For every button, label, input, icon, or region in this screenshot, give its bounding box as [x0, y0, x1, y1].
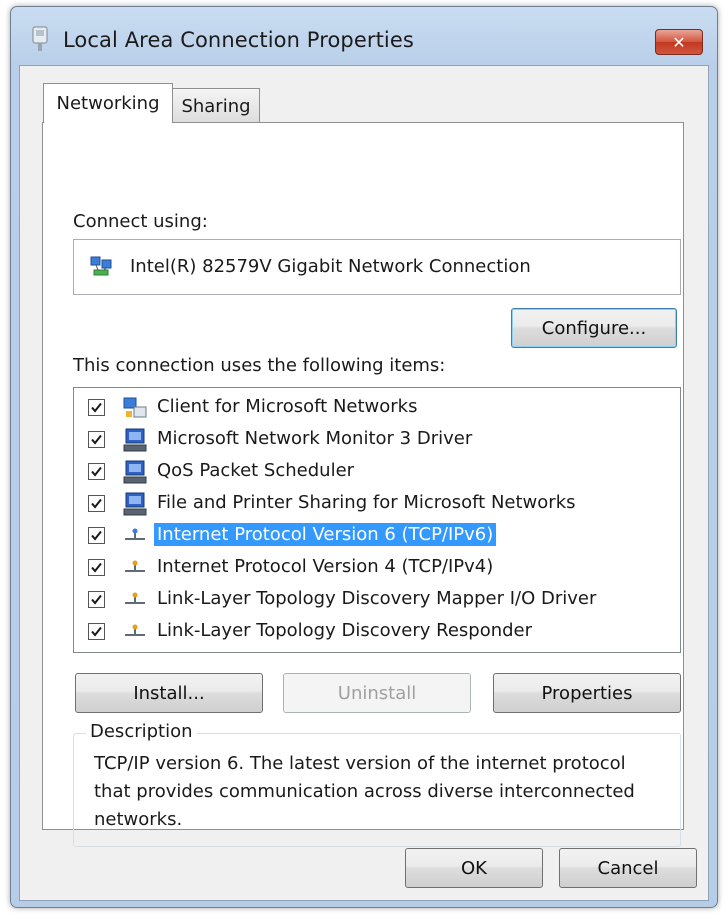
item-label-selected: Internet Protocol Version 6 (TCP/IPv6) — [154, 523, 497, 546]
close-button[interactable]: ✕ — [655, 29, 703, 55]
items-section-label: This connection uses the following items… — [73, 355, 446, 376]
properties-dialog: Local Area Connection Properties ✕ Netwo… — [10, 6, 718, 908]
item-label: Link-Layer Topology Discovery Mapper I/O… — [157, 588, 597, 609]
network-service-icon — [123, 492, 147, 516]
title-bar[interactable]: Local Area Connection Properties ✕ — [11, 7, 717, 67]
list-item[interactable]: QoS Packet Scheduler — [74, 456, 680, 488]
network-adapter-icon — [32, 26, 48, 51]
check-icon — [91, 498, 102, 509]
window-title: Local Area Connection Properties — [63, 28, 414, 52]
protocol-icon — [125, 592, 145, 604]
list-item[interactable]: File and Printer Sharing for Microsoft N… — [74, 488, 680, 520]
items-list[interactable]: Client for Microsoft Networks Microsoft … — [73, 387, 681, 653]
network-client-icon — [123, 397, 147, 418]
item-checkbox[interactable] — [88, 495, 105, 512]
check-icon — [91, 594, 102, 605]
properties-button[interactable]: Properties — [493, 673, 681, 713]
item-label: Internet Protocol Version 4 (TCP/IPv4) — [157, 556, 494, 577]
check-icon — [91, 562, 102, 573]
device-name: Intel(R) 82579V Gigabit Network Connecti… — [130, 256, 531, 277]
item-label: QoS Packet Scheduler — [157, 460, 355, 481]
item-checkbox[interactable] — [88, 623, 105, 640]
item-checkbox[interactable] — [88, 527, 105, 544]
network-service-icon — [123, 428, 147, 452]
dialog-client-area: Networking Sharing Connect using: Intel(… — [19, 65, 709, 901]
description-text: TCP/IP version 6. The latest version of … — [94, 753, 635, 830]
network-service-icon — [123, 460, 147, 484]
item-label: Link-Layer Topology Discovery Responder — [157, 620, 533, 641]
ok-button[interactable]: OK — [405, 848, 543, 888]
item-checkbox[interactable] — [88, 431, 105, 448]
list-item[interactable]: Link-Layer Topology Discovery Responder — [74, 616, 680, 648]
tab-networking[interactable]: Networking — [43, 83, 173, 123]
list-item[interactable]: Internet Protocol Version 6 (TCP/IPv6) — [74, 520, 680, 552]
item-checkbox[interactable] — [88, 399, 105, 416]
check-icon — [91, 466, 102, 477]
protocol-icon — [125, 528, 145, 540]
install-button[interactable]: Install... — [75, 673, 263, 713]
cancel-button[interactable]: Cancel — [559, 848, 697, 888]
check-icon — [91, 530, 102, 541]
protocol-icon — [125, 624, 145, 636]
protocol-icon — [125, 560, 145, 572]
networking-tab-panel: Connect using: Intel(R) 82579V Gigabit N… — [42, 122, 684, 847]
tab-sharing[interactable]: Sharing — [172, 88, 260, 123]
network-adapter-icon — [90, 256, 112, 276]
close-icon: ✕ — [672, 32, 686, 52]
list-item[interactable]: Client for Microsoft Networks — [74, 392, 680, 424]
item-checkbox[interactable] — [88, 591, 105, 608]
item-label: Client for Microsoft Networks — [157, 396, 418, 417]
item-checkbox[interactable] — [88, 559, 105, 576]
uninstall-button: Uninstall — [283, 673, 471, 713]
description-group: Description TCP/IP version 6. The latest… — [73, 721, 681, 847]
check-icon — [91, 402, 102, 413]
check-icon — [91, 434, 102, 445]
connect-using-label: Connect using: — [73, 211, 208, 232]
device-field: Intel(R) 82579V Gigabit Network Connecti… — [73, 239, 681, 295]
item-label: Microsoft Network Monitor 3 Driver — [157, 428, 473, 449]
list-item[interactable]: Internet Protocol Version 4 (TCP/IPv4) — [74, 552, 680, 584]
item-label: File and Printer Sharing for Microsoft N… — [157, 492, 576, 513]
item-checkbox[interactable] — [88, 463, 105, 480]
description-legend: Description — [86, 721, 197, 742]
configure-button[interactable]: Configure... — [511, 308, 677, 348]
check-icon — [91, 626, 102, 637]
list-item[interactable]: Microsoft Network Monitor 3 Driver — [74, 424, 680, 456]
list-item[interactable]: Link-Layer Topology Discovery Mapper I/O… — [74, 584, 680, 616]
